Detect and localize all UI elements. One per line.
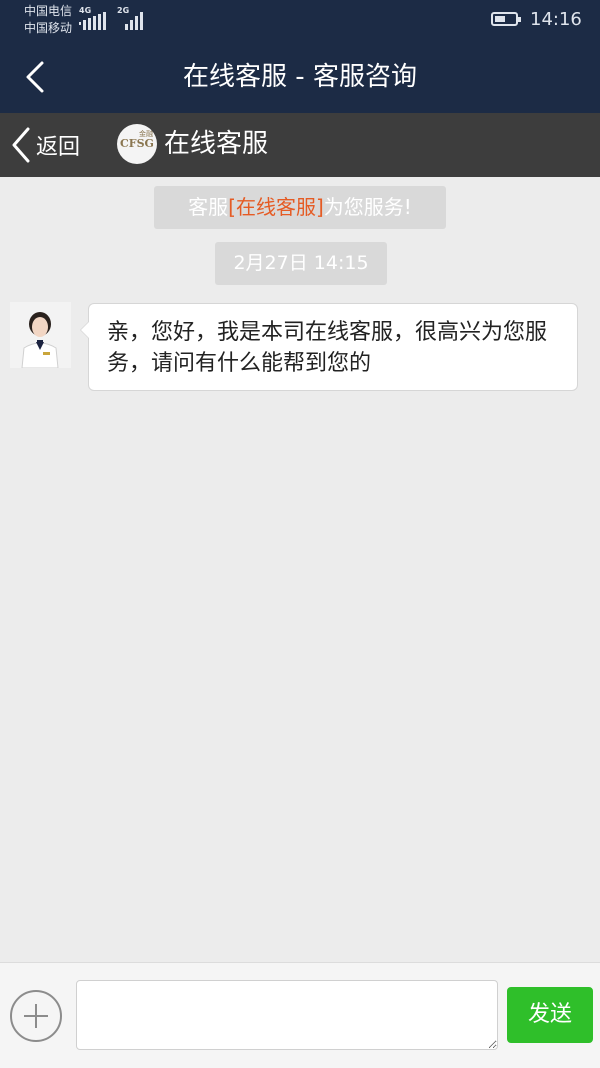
message-text: 亲，您好，我是本司在线客服，很高兴为您服务，请问有什么能帮到您的 (107, 320, 548, 376)
notice-prefix: 客服 (188, 195, 229, 219)
battery-level (495, 16, 505, 22)
message-timestamp: 2月27日 14:15 (215, 242, 387, 285)
input-bar: 发送 (0, 962, 600, 1068)
battery-icon (491, 12, 521, 26)
message-input[interactable] (76, 980, 498, 1050)
chevron-left-icon (12, 127, 30, 163)
agent-message-bubble: 亲，您好，我是本司在线客服，很高兴为您服务，请问有什么能帮到您的 (80, 303, 578, 391)
agent-avatar[interactable] (10, 302, 71, 368)
return-label: 返回 (36, 135, 81, 160)
logo-text: CFSG (120, 137, 154, 150)
carrier-2: 中国移动 (24, 21, 73, 35)
chat-header: 返回 金融 CFSG 在线客服 (0, 113, 600, 177)
carrier-names: 中国电信 中国移动 (24, 3, 72, 37)
notice-highlight: [在线客服] (228, 195, 324, 219)
status-bar: 中国电信 中国移动 4G 2G 14:16 (0, 0, 600, 41)
page-title: 在线客服 - 客服咨询 (183, 62, 417, 92)
company-logo: 金融 CFSG (117, 124, 157, 164)
signal-bars-icon (79, 12, 106, 30)
add-attachment-button[interactable] (10, 990, 62, 1042)
notice-suffix: 为您服务! (323, 195, 412, 219)
carrier-1: 中国电信 (24, 4, 73, 18)
signal-bars-icon (125, 12, 143, 30)
chat-partner-name: 在线客服 (164, 129, 269, 159)
agent-avatar-image (10, 302, 71, 368)
nav-bar: 在线客服 - 客服咨询 (0, 41, 600, 113)
send-button[interactable]: 发送 (507, 987, 593, 1043)
clock: 14:16 (530, 9, 582, 30)
return-button[interactable]: 返回 (8, 125, 80, 165)
system-notice: 客服[在线客服]为您服务! (154, 186, 446, 229)
